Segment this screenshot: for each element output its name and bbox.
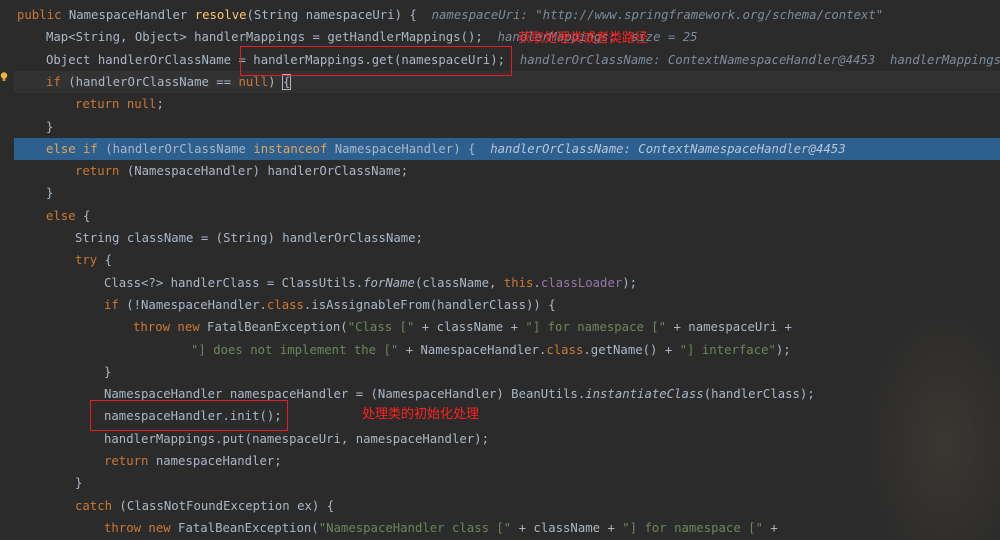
code-token: String className = (String) handlerOrCla… <box>75 231 423 245</box>
code-token: (String namespaceUri) { <box>246 8 432 22</box>
code-token: try <box>75 253 105 268</box>
inline-debug-value: handlerOrClassName: ContextNamespaceHand… <box>490 141 846 156</box>
code-token: "] does not implement the [" <box>191 342 406 357</box>
code-token: + namespaceUri + <box>673 320 792 335</box>
code-token: { <box>83 208 91 223</box>
code-token: + className + <box>421 320 526 335</box>
code-token: { <box>104 253 113 268</box>
lightbulb-icon[interactable] <box>0 72 8 82</box>
code-token: ; <box>156 97 164 112</box>
code-token: (handlerOrClassName <box>105 141 254 156</box>
code-token: + className + <box>518 520 623 535</box>
code-line[interactable]: return null; <box>14 93 1000 115</box>
code-line[interactable]: } <box>14 472 1000 494</box>
code-token: FatalBeanException( <box>207 320 348 335</box>
code-token: throw new <box>104 520 179 535</box>
code-token: else if <box>46 141 106 156</box>
code-token: return <box>75 164 127 179</box>
code-token: } <box>46 186 54 201</box>
annotation-init: 处理类的初始化处理 <box>362 407 480 422</box>
highlight-box-init <box>90 400 288 431</box>
code-token: (handlerOrClassName == <box>68 74 239 89</box>
code-token: catch <box>75 498 120 513</box>
code-token: . <box>533 275 541 290</box>
code-token: (ClassNotFoundException ex) { <box>119 498 335 513</box>
code-token: "Class [" <box>347 320 422 335</box>
code-token: throw new <box>133 320 208 335</box>
code-token: (NamespaceHandler) handlerOrClassName; <box>126 164 409 179</box>
highlight-box-get <box>240 46 512 76</box>
inline-debug-value: handlerOrClassName: ContextNamespaceHand… <box>519 52 1000 67</box>
code-token: { <box>281 73 292 90</box>
code-token: (className, <box>414 275 504 290</box>
code-token: .isAssignableFrom(handlerClass)) { <box>303 297 556 312</box>
code-token: else <box>46 208 84 223</box>
code-token: class <box>546 342 584 357</box>
code-editor[interactable]: public NamespaceHandler resolve(String n… <box>0 0 1000 540</box>
code-token: FatalBeanException( <box>178 520 319 535</box>
code-token: .getName() + <box>583 342 680 357</box>
code-token: classLoader <box>540 275 623 290</box>
code-token: null <box>238 74 269 89</box>
code-line[interactable]: String className = (String) handlerOrCla… <box>14 227 1000 249</box>
code-line[interactable]: } <box>14 182 1000 204</box>
code-line[interactable]: else if (handlerOrClassName instanceof N… <box>14 137 1000 161</box>
code-line[interactable]: Class<?> handlerClass = ClassUtils.forNa… <box>14 272 1000 294</box>
code-token: public <box>17 8 69 22</box>
code-token: } <box>75 476 83 491</box>
code-token: (!NamespaceHandler. <box>126 297 267 312</box>
code-token: NamespaceHandler <box>68 8 195 22</box>
code-token: Class<?> handlerClass = ClassUtils. <box>104 275 364 290</box>
background-glow <box>860 300 1000 540</box>
code-line[interactable]: "] does not implement the [" + Namespace… <box>14 339 1000 361</box>
code-line[interactable]: return (NamespaceHandler) handlerOrClass… <box>14 160 1000 182</box>
code-token: instanceof <box>253 141 335 156</box>
code-token: } <box>46 119 54 134</box>
code-line[interactable]: return namespaceHandler; <box>14 450 1000 472</box>
code-token: + <box>770 520 778 535</box>
code-line[interactable]: } <box>14 116 1000 138</box>
code-line[interactable]: } <box>14 361 1000 383</box>
code-line[interactable]: else { <box>14 205 1000 227</box>
code-token: class <box>266 297 304 312</box>
code-token: Map<String, Object> handlerMappings = ge… <box>46 30 498 45</box>
code-token: "NamespaceHandler class [" <box>318 520 519 535</box>
code-token: NamespaceHandler namespaceHandler = (Nam… <box>104 387 586 402</box>
code-token: NamespaceHandler) { <box>334 141 491 156</box>
code-line[interactable]: try { <box>14 249 1000 271</box>
code-token: } <box>104 364 112 379</box>
code-token: if <box>104 297 127 312</box>
code-line[interactable]: if (!NamespaceHandler.class.isAssignable… <box>14 294 1000 316</box>
code-token: namespaceHandler; <box>155 454 282 468</box>
code-token: "] interface" <box>679 342 776 357</box>
code-token: ); <box>775 342 791 357</box>
code-line[interactable]: catch (ClassNotFoundException ex) { <box>14 495 1000 517</box>
code-line[interactable]: throw new FatalBeanException("Class [" +… <box>14 316 1000 338</box>
code-line[interactable]: handlerMappings.put(namespaceUri, namesp… <box>14 428 1000 450</box>
annotation-get-handler: 获取处理类或者类路径 <box>518 31 649 46</box>
code-token: + NamespaceHandler. <box>405 342 547 357</box>
code-token: "] for namespace [" <box>622 520 771 535</box>
code-token: instantiateClass <box>585 387 704 402</box>
inline-debug-value: namespaceUri: "http://www.springframewor… <box>431 8 884 22</box>
code-token: forName <box>363 275 415 290</box>
code-token: this <box>503 275 534 290</box>
code-token: handlerMappings.put(namespaceUri, namesp… <box>104 431 489 446</box>
code-token: resolve <box>194 8 247 22</box>
code-token: (handlerClass); <box>703 387 815 402</box>
code-token: ) <box>268 74 283 89</box>
code-token: if <box>46 74 69 89</box>
code-token: return null <box>75 97 157 112</box>
code-line[interactable]: public NamespaceHandler resolve(String n… <box>14 4 1000 26</box>
code-token: ); <box>622 275 638 290</box>
code-token: return <box>104 454 156 468</box>
code-token: "] for namespace [" <box>525 320 674 335</box>
